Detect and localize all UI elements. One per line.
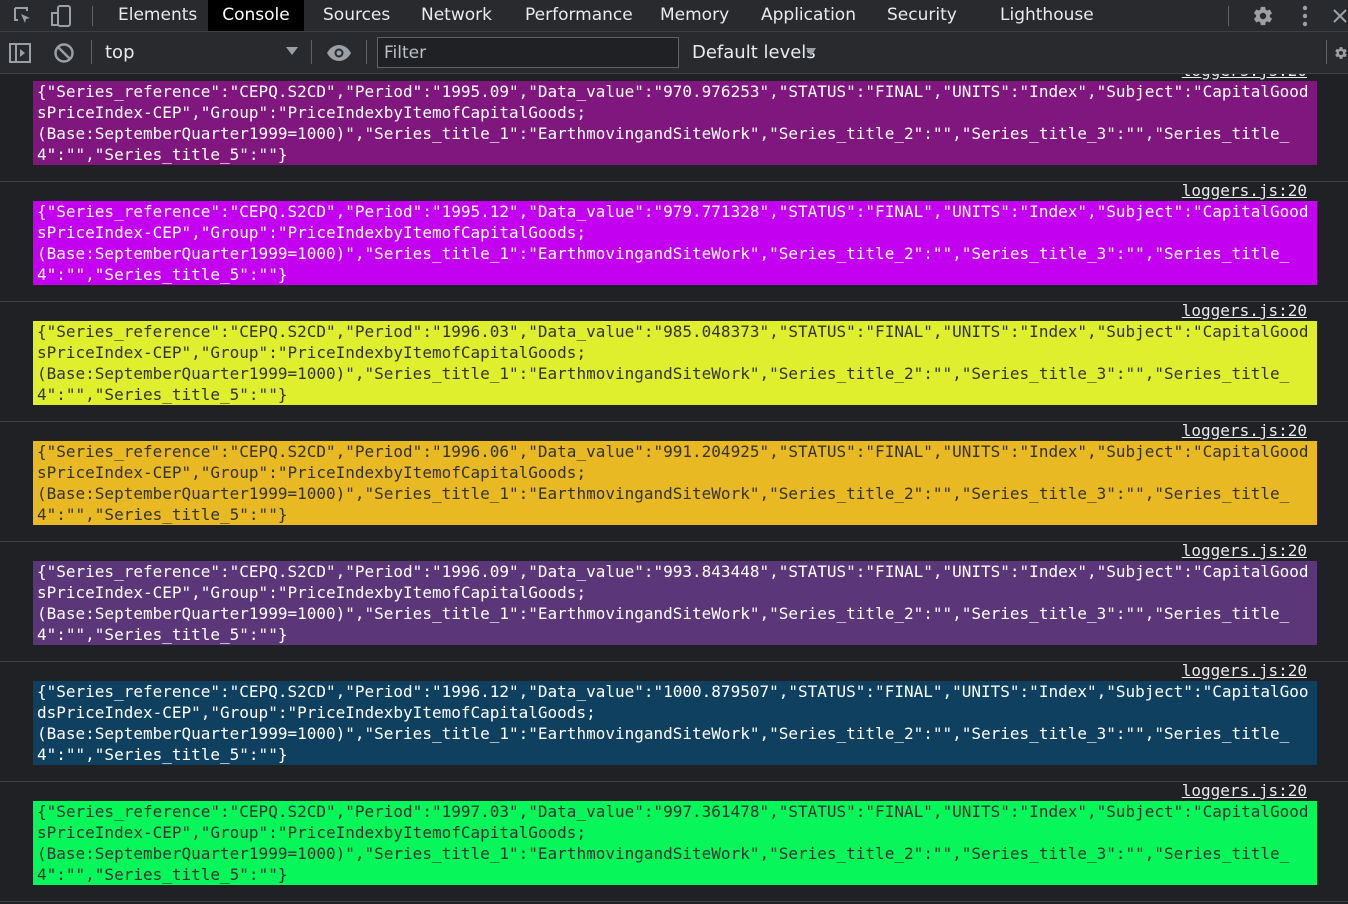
tab-network[interactable]: Network — [421, 0, 492, 31]
gear-icon[interactable] — [1334, 32, 1348, 73]
toolbar-separator — [366, 40, 367, 64]
log-text: {"Series_reference":"CEPQ.S2CD","Period"… — [33, 441, 1317, 525]
console-message: loggers.js:20 {"Series_reference":"CEPQ.… — [0, 181, 1348, 302]
tab-performance[interactable]: Performance — [525, 0, 633, 31]
console-message: loggers.js:20 {"Series_reference":"CEPQ.… — [0, 781, 1348, 902]
log-text: {"Series_reference":"CEPQ.S2CD","Period"… — [33, 801, 1317, 885]
console-message: loggers.js:20 {"Series_reference":"CEPQ.… — [0, 541, 1348, 662]
log-text: {"Series_reference":"CEPQ.S2CD","Period"… — [33, 81, 1317, 165]
more-vert-icon[interactable] — [1293, 0, 1317, 31]
console-message: loggers.js:20 {"Series_reference":"CEPQ.… — [0, 74, 1348, 182]
console-message: loggers.js:20 {"Series_reference":"CEPQ.… — [0, 301, 1348, 422]
tab-lighthouse[interactable]: Lighthouse — [1000, 0, 1094, 31]
log-text: {"Series_reference":"CEPQ.S2CD","Period"… — [33, 681, 1317, 765]
console-message: loggers.js:20 {"Series_reference":"CEPQ.… — [0, 421, 1348, 542]
eye-icon[interactable] — [324, 32, 354, 73]
toolbar-separator — [1326, 40, 1327, 64]
tab-application[interactable]: Application — [761, 0, 856, 31]
toolbar-separator — [311, 40, 312, 64]
chevron-down-icon[interactable] — [806, 48, 816, 56]
source-link[interactable]: loggers.js:20 — [1182, 781, 1307, 800]
sidebar-toggle-icon[interactable] — [6, 32, 34, 73]
tab-separator — [92, 6, 93, 26]
inspect-element-icon[interactable] — [8, 0, 38, 31]
toolbar-separator — [91, 40, 92, 64]
tab-sources[interactable]: Sources — [323, 0, 390, 31]
console-message: loggers.js:20 {"Series_reference":"CEPQ.… — [0, 661, 1348, 782]
context-selector[interactable]: top — [105, 32, 135, 73]
filter-input[interactable] — [377, 37, 679, 68]
source-link[interactable]: loggers.js:20 — [1182, 661, 1307, 680]
tab-elements[interactable]: Elements — [118, 0, 197, 31]
log-text: {"Series_reference":"CEPQ.S2CD","Period"… — [33, 321, 1317, 405]
close-icon[interactable] — [1331, 0, 1348, 31]
tab-separator — [1228, 6, 1229, 26]
log-text: {"Series_reference":"CEPQ.S2CD","Period"… — [33, 561, 1317, 645]
source-link[interactable]: loggers.js:20 — [1182, 301, 1307, 320]
device-toolbar-icon[interactable] — [46, 0, 76, 31]
devtools-tabbar: Elements Console Sources Network Perform… — [0, 0, 1348, 32]
source-link[interactable]: loggers.js:20 — [1182, 181, 1307, 200]
console-messages: loggers.js:20 {"Series_reference":"CEPQ.… — [0, 74, 1348, 904]
source-link[interactable]: loggers.js:20 — [1182, 541, 1307, 560]
tab-security[interactable]: Security — [887, 0, 957, 31]
source-link[interactable]: loggers.js:20 — [1182, 421, 1307, 440]
clear-console-icon[interactable] — [50, 32, 78, 73]
log-text: {"Series_reference":"CEPQ.S2CD","Period"… — [33, 201, 1317, 285]
tab-console[interactable]: Console — [208, 0, 304, 31]
chevron-down-icon[interactable] — [286, 47, 298, 55]
console-toolbar: top Default levels — [0, 32, 1348, 74]
source-link[interactable]: loggers.js:20 — [1182, 74, 1307, 80]
tab-memory[interactable]: Memory — [660, 0, 729, 31]
gear-icon[interactable] — [1249, 0, 1277, 31]
log-levels-dropdown[interactable]: Default levels — [692, 32, 816, 73]
